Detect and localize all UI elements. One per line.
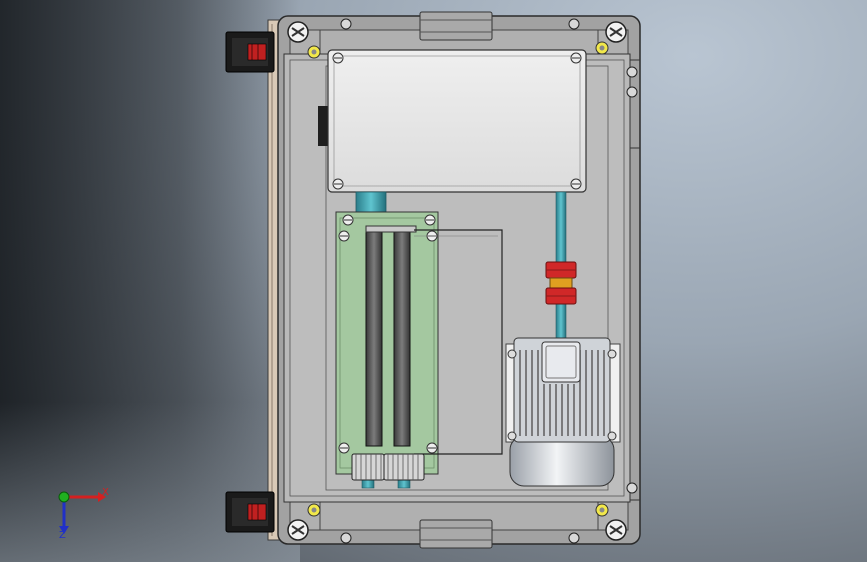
panel-slot <box>318 106 328 146</box>
screw-head-icon[interactable] <box>287 21 309 43</box>
junction-box-cover[interactable] <box>327 49 587 193</box>
screw-head-icon[interactable] <box>287 519 309 541</box>
triad-icon <box>58 491 106 534</box>
top-latch[interactable] <box>419 11 493 41</box>
triad-x-label: X <box>102 487 109 498</box>
gear-right[interactable] <box>383 453 425 481</box>
motor-terminal-box[interactable] <box>541 341 581 383</box>
bottom-latch[interactable] <box>419 519 493 549</box>
gear-left[interactable] <box>351 453 385 481</box>
screw-head-icon[interactable] <box>605 21 627 43</box>
roller-bar <box>365 225 417 233</box>
electric-motor[interactable] <box>505 337 621 487</box>
shaft-coupling[interactable] <box>545 261 577 305</box>
roller-right[interactable] <box>393 231 411 447</box>
roller-frame[interactable] <box>335 211 439 475</box>
cad-viewport[interactable] <box>0 0 867 562</box>
screw-head-icon[interactable] <box>605 519 627 541</box>
hinge-icon[interactable] <box>225 31 275 73</box>
roller-left[interactable] <box>365 231 383 447</box>
hinge-icon[interactable] <box>225 491 275 533</box>
triad-z-label: Z <box>59 530 66 541</box>
